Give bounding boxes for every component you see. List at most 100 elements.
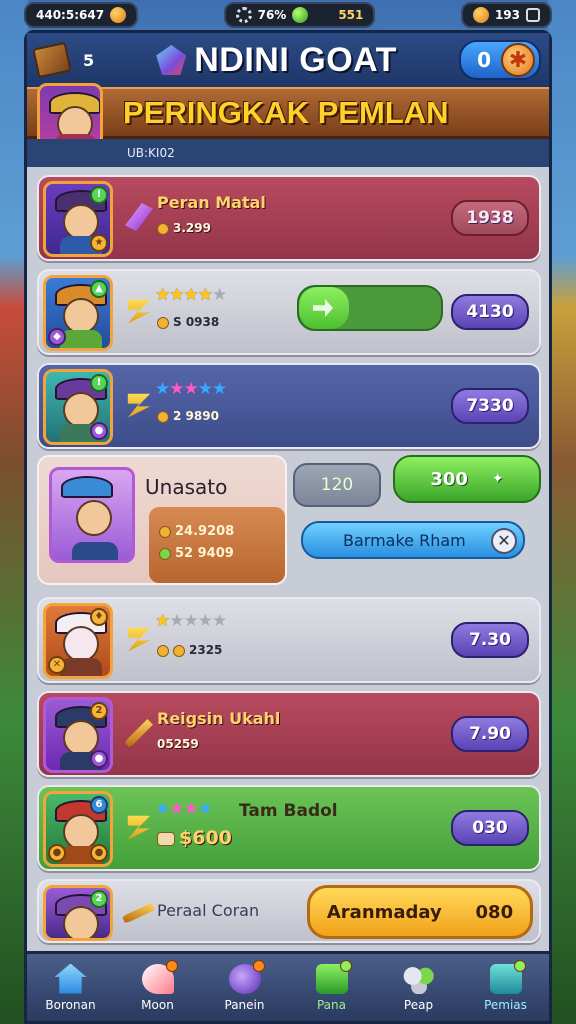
star-icon: ★ (155, 379, 170, 399)
status-bar: 440:5:647 76% 551 193 (24, 0, 552, 30)
ranking-row[interactable]: ! ★ Peran Matal 3.299 1938 (37, 175, 541, 261)
ranking-row[interactable]: 6 ● ● ★★★★ Tam Badol $600 030 (37, 785, 541, 871)
tab-boronan[interactable]: Boronan (31, 963, 111, 1012)
tab-pana[interactable]: Pana (292, 959, 372, 1012)
coin-mini-icon (157, 410, 169, 423)
ranking-row[interactable]: ▲ ◆ ★★★★★ S 0938 4130 (37, 269, 541, 355)
tab-panein[interactable]: Panein (205, 959, 285, 1012)
star-icon: ★ (183, 799, 199, 819)
bolt-icon (127, 393, 151, 418)
scene-right (548, 0, 576, 1024)
bolt-icon (127, 299, 151, 324)
menu-square-icon[interactable] (526, 8, 540, 22)
book-icon[interactable] (32, 41, 72, 79)
leaderboard-frame: 5 NDINI GOAT 0 ✱ PERINGKAK PEMLAN UB:KI0… (24, 30, 552, 1024)
featured-player-card[interactable]: Unasato 24.9208 52 9409 (37, 455, 287, 585)
banner-title: PERINGKAK PEMLAN (123, 95, 449, 130)
star-icon: ★ (212, 611, 227, 631)
rank-badge: ● (90, 422, 108, 440)
coin-mini-icon (157, 316, 169, 329)
banner-subtitle: UB:KI02 (27, 139, 549, 167)
trophy-icon (489, 959, 526, 994)
blue-action-button[interactable]: Barmake Rham ✕ (301, 521, 525, 559)
ranking-row[interactable]: ! ● ★★★★★ 2 9890 7330 (37, 363, 541, 449)
star-icon: ★ (169, 611, 184, 631)
gem-logo-icon (156, 45, 187, 75)
featured-name: Unasato (145, 475, 228, 499)
score-pill: 7.30 (451, 622, 529, 658)
avatar-face (76, 500, 112, 536)
row-sub: 05259 (157, 737, 199, 751)
star-rating: ★★★★★ (155, 379, 227, 399)
coin-icon (472, 7, 489, 23)
tab-label: Peap (403, 997, 434, 1012)
bottom-tab-bar: Boronan Moon Panein Pana Peap Pemias (27, 951, 549, 1021)
orange-action-button[interactable]: Aranmaday 080 (307, 885, 533, 939)
cap-hat (61, 476, 113, 498)
star-icon: ★ (169, 379, 184, 399)
row-avatar: ♦ ✕ (43, 603, 113, 679)
shuttlecock-icon (141, 959, 178, 994)
star-icon: ★ (169, 285, 184, 305)
rank-badge: ● (48, 844, 66, 862)
tab-peap[interactable]: Peap (379, 963, 459, 1012)
title-wrap: NDINI GOAT (156, 41, 397, 80)
small-value-pill[interactable]: 120 (293, 463, 381, 507)
add-star-button[interactable]: ✱ (500, 43, 535, 77)
ranking-row[interactable]: 2 Peraal Coran Aranmaday 080 (37, 879, 541, 943)
row-sub: 2325 (157, 643, 222, 657)
tab-label: Moon (141, 997, 174, 1012)
row-avatar: ! ★ (43, 181, 113, 257)
coin-mini-icon (157, 222, 169, 235)
counter-value: 0 (477, 48, 491, 72)
ranking-list[interactable]: ! ★ Peran Matal 3.299 1938 ▲ ◆ ★★★★★ S 0… (27, 167, 549, 951)
group-icon (402, 963, 435, 994)
featured-stat-1: 24.9208 (159, 521, 285, 543)
tab-moon[interactable]: Moon (118, 959, 198, 1012)
avatar-face (63, 626, 99, 662)
star-icon: ★ (183, 285, 199, 305)
row-avatar: 6 ● ● (43, 791, 113, 867)
progress-bar[interactable] (297, 285, 443, 331)
avatar-body (72, 542, 118, 560)
star-icon: ★ (197, 285, 213, 305)
featured-stats: 24.9208 52 9409 (149, 507, 285, 583)
star-icon: ★ (197, 379, 213, 399)
header-left-count: 5 (83, 50, 95, 70)
orange-button-label: Aranmaday (326, 901, 442, 923)
close-icon[interactable]: ✕ (491, 528, 517, 554)
energy-icon (292, 7, 309, 23)
currency-counter[interactable]: 0 ✱ (459, 40, 541, 80)
coins-text: 193 (494, 8, 520, 22)
leaderboard-banner: PERINGKAK PEMLAN (27, 83, 549, 155)
notification-dot (252, 959, 265, 972)
star-icon: ★ (155, 285, 170, 305)
row-avatar: ! ● (43, 369, 113, 445)
row-sub: 3.299 (157, 221, 211, 235)
settings-gear-icon[interactable] (235, 7, 252, 23)
ranking-row[interactable]: 2 ● Reigsin Ukahl 05259 7.90 (37, 691, 541, 777)
row-name: Reigsin Ukahl (157, 709, 281, 728)
tab-label: Boronan (45, 997, 96, 1012)
star-rating: ★★★★★ (155, 611, 227, 631)
green-action-button[interactable]: 300 ✦ (393, 455, 541, 503)
time-text: 440:5:647 (36, 8, 105, 22)
coin-mini-icon (159, 525, 171, 538)
level-badge: ♦ (90, 608, 108, 626)
row-avatar: ▲ ◆ (43, 275, 113, 351)
coins-pill[interactable]: 193 (460, 2, 552, 28)
header-left[interactable]: 5 (32, 41, 95, 79)
notification-dot (513, 959, 526, 972)
resource-pill[interactable]: 76% 551 (223, 2, 376, 28)
level-badge: 6 (90, 796, 108, 814)
tab-pemias[interactable]: Pemias (466, 959, 546, 1012)
star-icon: ★ (197, 611, 213, 631)
sparkle-icon: ✦ (491, 471, 504, 487)
ranking-row[interactable]: ♦ ✕ ★★★★★ 2325 7.30 (37, 597, 541, 683)
row-name: Peraal Coran (157, 901, 260, 920)
row-sub: S 0938 (157, 315, 219, 329)
featured-stat-2: 52 9409 (159, 543, 285, 565)
score-pill: 4130 (451, 294, 529, 330)
coin-mini-icon (157, 644, 169, 657)
bolt-icon (127, 627, 151, 652)
